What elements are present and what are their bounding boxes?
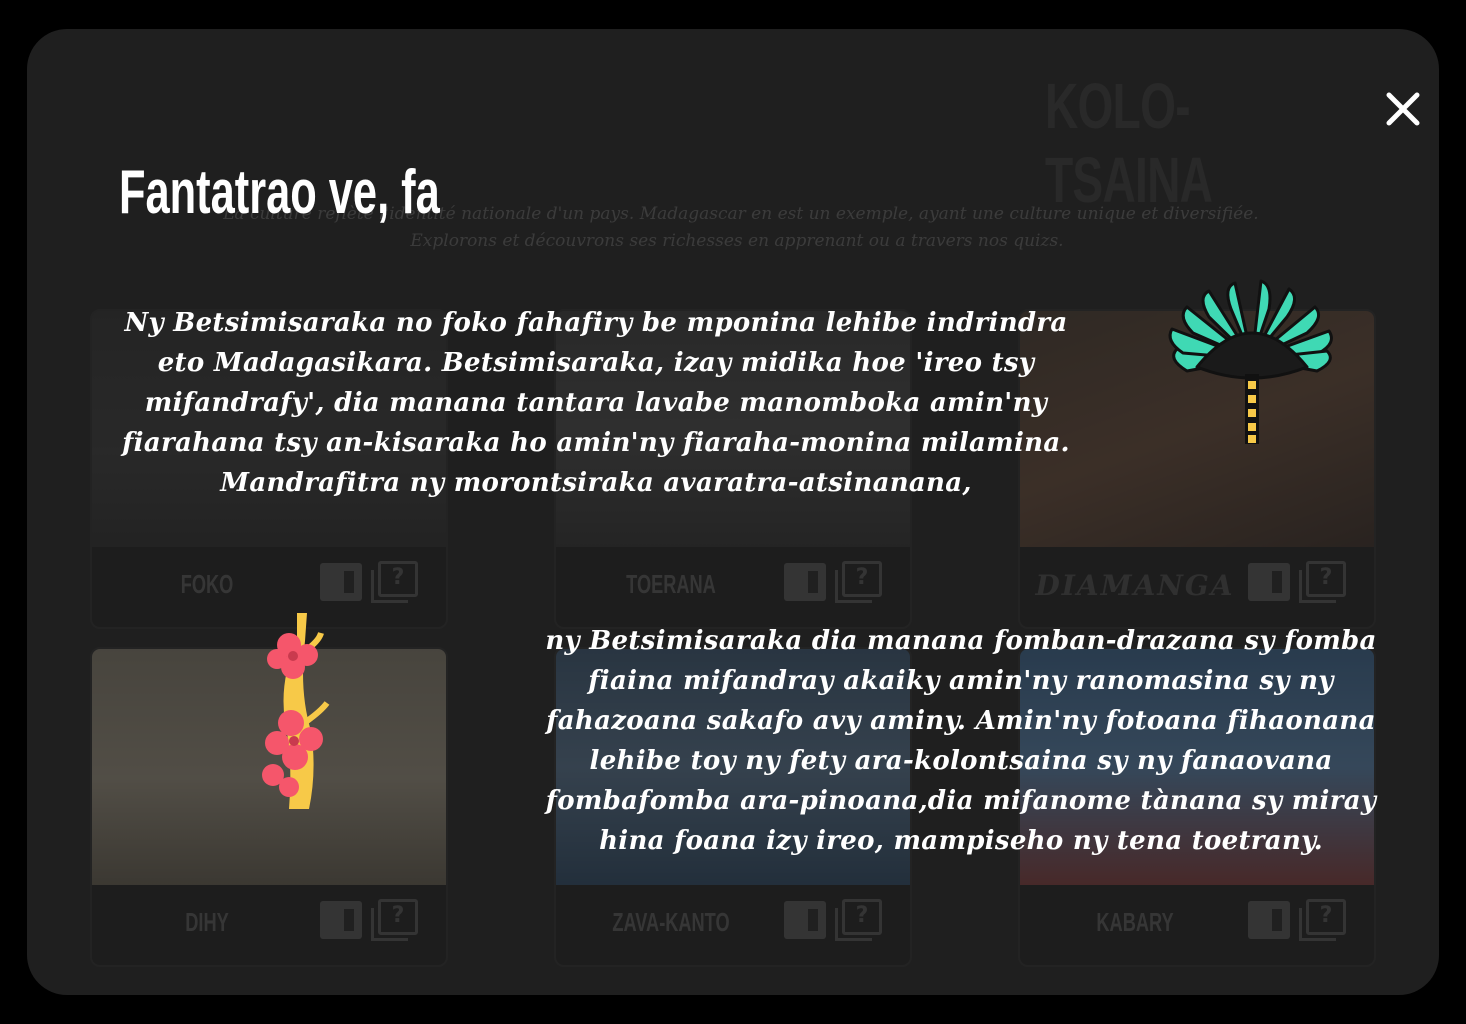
card-footer: TOERANA ? [556, 547, 910, 627]
quiz-icon[interactable]: ? [371, 899, 418, 941]
card-label: KABARY [1096, 907, 1174, 937]
close-icon[interactable] [1381, 87, 1425, 131]
card-label: TOERANA [626, 569, 716, 599]
quiz-icon[interactable]: ? [835, 561, 882, 603]
quiz-icon[interactable]: ? [835, 899, 882, 941]
section-title: KOLO-TSAINA [1045, 70, 1213, 216]
intro-quote-line2: Explorons et découvrons ses richesses en… [410, 231, 1064, 251]
traveller-palm-icon [1168, 279, 1333, 444]
card-footer: KABARY ? [1020, 885, 1374, 965]
modal-paragraph-1: Ny Betsimisaraka no foko fahafiry be mpo… [122, 308, 1070, 498]
flower-branch-icon [262, 613, 330, 809]
modal-title: Fantatrao ve, fa [119, 158, 440, 227]
book-icon[interactable] [320, 901, 362, 939]
modal-paragraph-2: ny Betsimisaraka dia manana fomban-draza… [545, 626, 1377, 856]
book-icon[interactable] [1248, 563, 1290, 601]
book-icon[interactable] [320, 563, 362, 601]
book-icon[interactable] [784, 901, 826, 939]
card-footer: DIAMANGA ? [1020, 547, 1374, 627]
book-icon[interactable] [784, 563, 826, 601]
quiz-icon[interactable]: ? [371, 561, 418, 603]
card-footer: DIHY ? [92, 885, 446, 965]
book-icon[interactable] [1248, 901, 1290, 939]
card-label: ZAVA-KANTO [612, 907, 730, 937]
quiz-icon[interactable]: ? [1299, 899, 1346, 941]
quiz-icon[interactable]: ? [1299, 561, 1346, 603]
card-label: DIHY [185, 907, 229, 937]
card-label: DIAMANGA [1035, 569, 1235, 602]
card-label: FOKO [180, 569, 234, 599]
card-footer: ZAVA-KANTO ? [556, 885, 910, 965]
modal-panel: KOLO-TSAINA "La culture reflète l'identi… [27, 29, 1439, 995]
